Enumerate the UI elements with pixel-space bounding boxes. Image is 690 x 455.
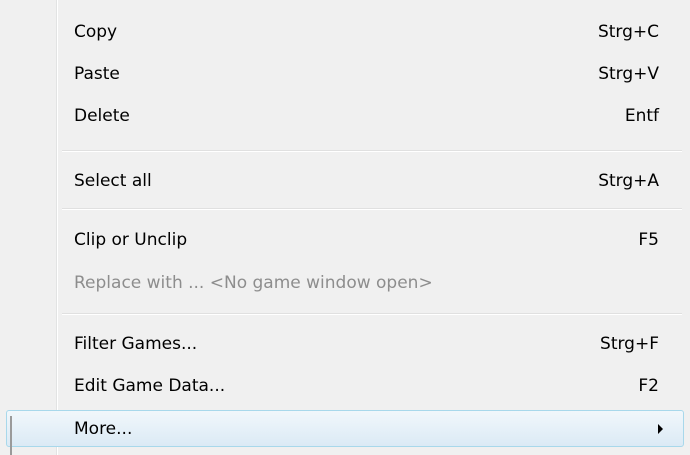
menu-item-filter-games[interactable]: Filter Games... Strg+F <box>0 325 690 362</box>
menu-item-label: More... <box>74 418 133 439</box>
menu-item-label: Paste <box>74 63 120 84</box>
menu-separator <box>62 208 682 210</box>
chevron-right-icon <box>658 423 663 434</box>
menu-item-label: Replace with ... <No game window open> <box>74 272 433 293</box>
menu-item-shortcut: Strg+A <box>598 170 659 191</box>
menu-item-more[interactable]: More... <box>6 410 684 447</box>
menu-item-edit-game-data[interactable]: Edit Game Data... F2 <box>0 367 690 404</box>
menu-item-shortcut: F5 <box>638 229 659 250</box>
menu-item-shortcut: Strg+V <box>598 63 659 84</box>
window-edge <box>10 416 12 455</box>
menu-item-label: Filter Games... <box>74 333 198 354</box>
menu-item-delete[interactable]: Delete Entf <box>0 97 690 134</box>
menu-item-copy[interactable]: Copy Strg+C <box>0 13 690 50</box>
menu-separator <box>62 150 682 152</box>
menu-item-label: Edit Game Data... <box>74 375 226 396</box>
menu-item-shortcut: Strg+F <box>600 333 659 354</box>
menu-item-paste[interactable]: Paste Strg+V <box>0 55 690 92</box>
menu-item-shortcut: Strg+C <box>597 21 659 42</box>
menu-item-label: Select all <box>74 170 152 191</box>
menu-separator <box>62 313 682 315</box>
menu-item-label: Copy <box>74 21 118 42</box>
menu-item-shortcut: Entf <box>624 105 659 126</box>
context-menu: Copy Strg+C Paste Strg+V Delete Entf Sel… <box>0 0 690 455</box>
menu-item-label: Delete <box>74 105 130 126</box>
menu-item-shortcut: F2 <box>638 375 659 396</box>
menu-item-clip-or-unclip[interactable]: Clip or Unclip F5 <box>0 221 690 258</box>
menu-item-replace-with: Replace with ... <No game window open> <box>0 264 690 301</box>
menu-item-select-all[interactable]: Select all Strg+A <box>0 162 690 199</box>
menu-item-label: Clip or Unclip <box>74 229 188 250</box>
